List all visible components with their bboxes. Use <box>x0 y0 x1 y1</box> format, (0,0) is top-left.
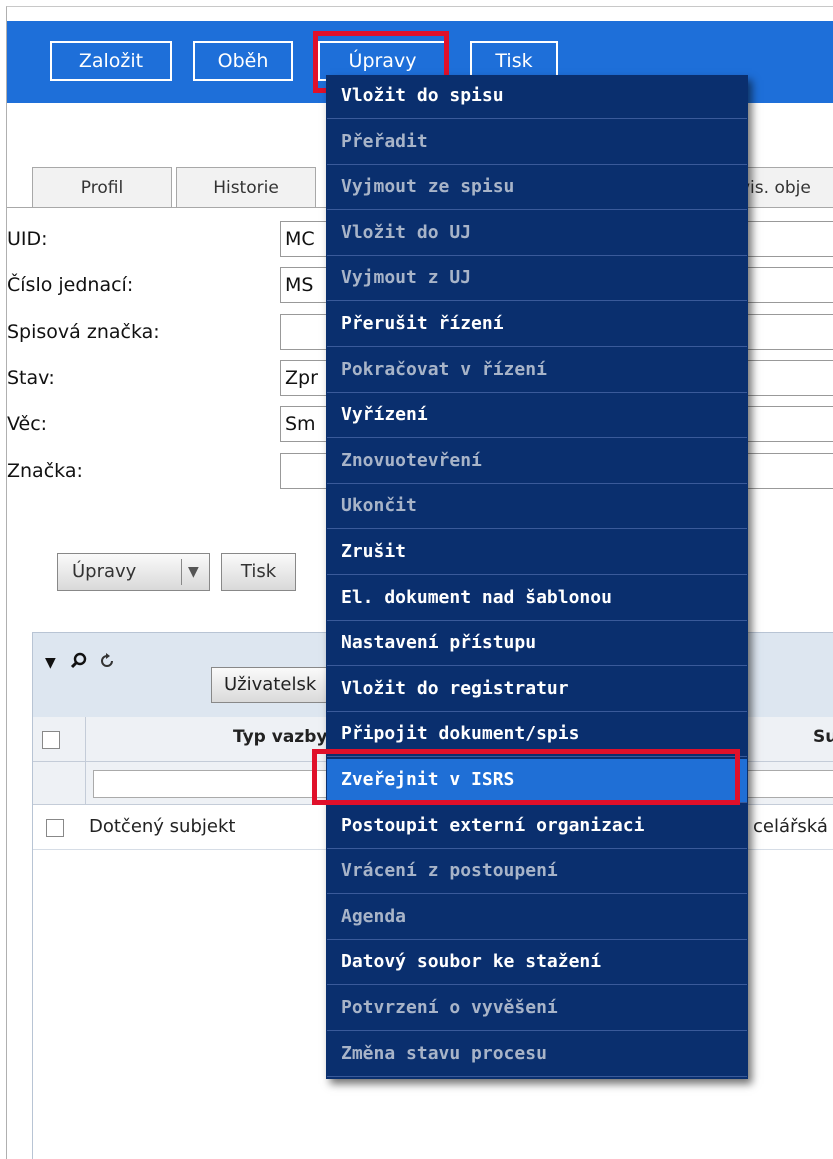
stav-label: Stav: <box>7 367 55 389</box>
menu-item-postoupit-externi-organizaci[interactable]: Postoupit externí organizaci <box>327 805 747 849</box>
tisk-action-button[interactable]: Tisk <box>221 553 296 591</box>
menu-item-ukoncit[interactable]: Ukončit <box>327 485 747 529</box>
uzivatelske-button[interactable]: Uživatelsk <box>211 667 341 703</box>
menu-item-preradit[interactable]: Přeřadit <box>327 121 747 165</box>
col-subjekt[interactable]: Su <box>813 727 833 747</box>
menu-item-vyrizeni[interactable]: Vyřízení <box>327 394 747 438</box>
app-frame: Založit Oběh Úpravy Tisk Profil Historie… <box>6 6 833 1159</box>
select-all-checkbox[interactable] <box>42 731 60 749</box>
menu-item-zmena-stavu-procesu[interactable]: Změna stavu procesu <box>327 1033 747 1077</box>
menu-item-pokracovat-v-rizeni[interactable]: Pokračovat v řízení <box>327 349 747 393</box>
tab-vis-objekty[interactable]: vis. obje <box>735 167 833 207</box>
row-checkbox[interactable] <box>46 819 64 837</box>
menu-item-zrusit[interactable]: Zrušit <box>327 531 747 575</box>
search-icon[interactable] <box>70 652 88 670</box>
row-typ-vazby: Dotčený subjekt <box>89 816 236 837</box>
column-divider <box>85 717 86 761</box>
uid-label: UID: <box>7 228 48 250</box>
menu-item-pripojit-dokument-spis[interactable]: Připojit dokument/spis <box>327 713 747 757</box>
cislo-jednaci-label: Číslo jednací: <box>7 274 134 296</box>
znacka-label: Značka: <box>7 460 83 482</box>
zalozit-button[interactable]: Založit <box>50 41 172 81</box>
menu-item-vlozit-do-registratur[interactable]: Vložit do registratur <box>327 668 747 712</box>
menu-item-vyjmout-ze-spisu[interactable]: Vyjmout ze spisu <box>327 166 747 210</box>
col-typ-vazby[interactable]: Typ vazby <box>233 727 327 747</box>
tab-historie[interactable]: Historie <box>176 167 316 207</box>
menu-item-agenda[interactable]: Agenda <box>327 896 747 940</box>
menu-item-zverejnit-v-isrs[interactable]: Zveřejnit v ISRS <box>327 759 747 803</box>
column-divider <box>85 762 86 804</box>
menu-item-potvrzeni-o-vyveseni[interactable]: Potvrzení o vyvěšení <box>327 987 747 1031</box>
menu-item-el-dokument-nad-sablonou[interactable]: El. dokument nad šablonou <box>327 577 747 621</box>
upravy-split-button[interactable]: Úpravy ▼ <box>57 553 210 591</box>
chevron-down-icon[interactable]: ▼ <box>188 554 199 590</box>
spisova-znacka-label: Spisová značka: <box>7 321 160 343</box>
menu-item-vyjmout-z-uj[interactable]: Vyjmout z UJ <box>327 257 747 301</box>
upravy-button-label: Úpravy <box>72 561 137 582</box>
refresh-icon[interactable] <box>98 652 116 670</box>
menu-item-nastaveni-pristupu[interactable]: Nastavení přístupu <box>327 622 747 666</box>
collapse-triangle-icon[interactable]: ▼ <box>45 655 56 671</box>
vec-label: Věc: <box>7 413 48 435</box>
split-divider <box>181 559 182 585</box>
tab-profil[interactable]: Profil <box>32 167 172 207</box>
obeh-button[interactable]: Oběh <box>193 41 293 81</box>
menu-item-datovy-soubor-ke-stazeni[interactable]: Datový soubor ke stažení <box>327 941 747 985</box>
menu-item-vraceni-z-postoupeni[interactable]: Vrácení z postoupení <box>327 850 747 894</box>
menu-item-znovuotevreni[interactable]: Znovuotevření <box>327 440 747 484</box>
row-subjekt: celářská <box>753 816 828 837</box>
menu-item-vlozit-do-spisu[interactable]: Vložit do spisu <box>327 75 747 119</box>
menu-item-prerusit-rizeni[interactable]: Přerušit řízení <box>327 303 747 347</box>
menu-item-vlozit-do-uj[interactable]: Vložit do UJ <box>327 212 747 256</box>
upravy-dropdown-menu: Vložit do spisu Přeřadit Vyjmout ze spisu V… <box>326 75 748 1079</box>
